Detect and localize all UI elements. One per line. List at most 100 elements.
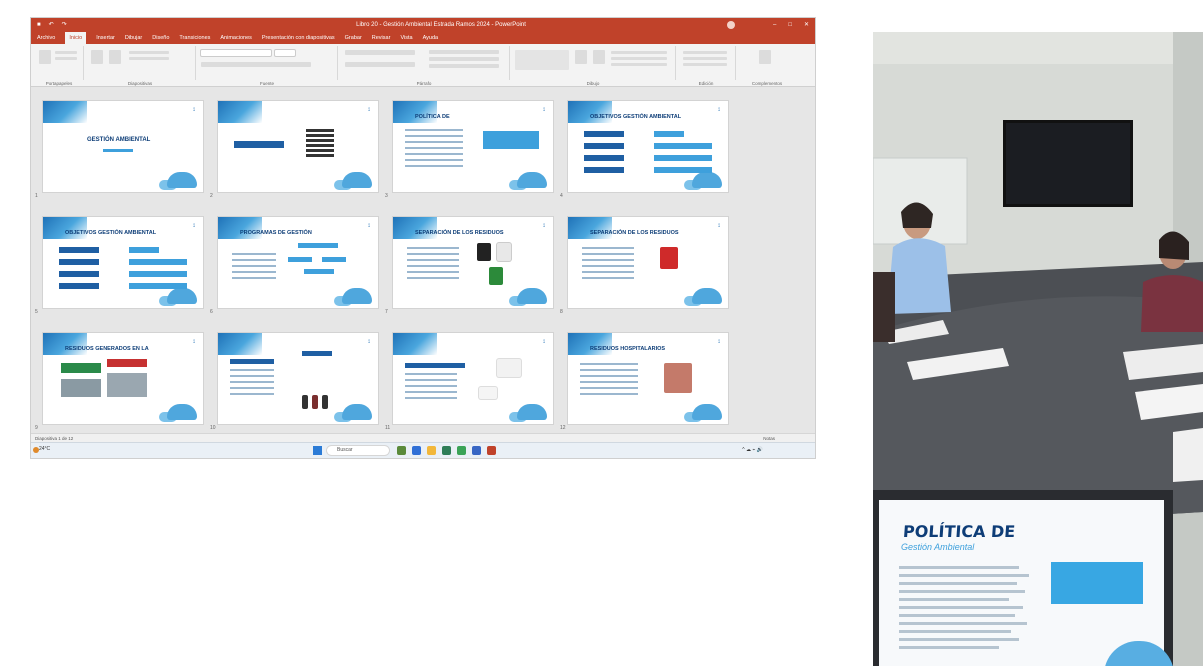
slide-title: SEPARACIÓN DE LOS RESIDUOS	[415, 230, 504, 236]
minimize-icon[interactable]: –	[773, 18, 776, 32]
redo-icon[interactable]: ↷	[62, 18, 67, 32]
replace-button[interactable]	[683, 57, 727, 60]
slide-bar	[483, 131, 539, 149]
find-button[interactable]	[683, 51, 727, 54]
folder-icon[interactable]	[427, 446, 436, 455]
list-buttons[interactable]	[345, 50, 415, 55]
tab-ayuda[interactable]: Ayuda	[423, 32, 439, 44]
paste-button[interactable]	[39, 50, 51, 64]
shape-effects-button[interactable]	[611, 63, 667, 66]
system-tray[interactable]: ^ ☁ ⌁ 🔊	[742, 447, 763, 453]
save-icon[interactable]: ■	[37, 18, 41, 32]
tab-archivo[interactable]: Archivo	[37, 32, 55, 44]
slide-text	[232, 253, 276, 255]
tab-animaciones[interactable]: Animaciones	[220, 32, 252, 44]
slide-text	[232, 259, 276, 261]
tab-transiciones[interactable]: Transiciones	[179, 32, 210, 44]
weather-text[interactable]: 24°C	[39, 446, 50, 452]
slide-cloud-decoration	[517, 172, 547, 188]
slide-number: 2	[210, 193, 213, 199]
chrome-icon[interactable]	[457, 446, 466, 455]
edge-icon[interactable]	[412, 446, 421, 455]
tab-dibujar[interactable]: Dibujar	[125, 32, 142, 44]
align-text-button[interactable]	[429, 57, 499, 61]
slide-text	[580, 363, 638, 365]
slide-bar	[304, 269, 334, 274]
slide-text	[405, 153, 463, 155]
slide-thumbnail[interactable]: ⟟ POLÍTICA DE	[393, 101, 553, 192]
slide-title: SEPARACIÓN DE LOS RESIDUOS	[590, 230, 679, 236]
tab-insertar[interactable]: Insertar	[96, 32, 115, 44]
undo-icon[interactable]: ↶	[49, 18, 54, 32]
slide-number: 11	[385, 425, 391, 431]
slide-thumbnail[interactable]: ⟟	[393, 333, 553, 424]
slide-corner-decoration	[218, 333, 262, 355]
device-image	[497, 359, 521, 377]
slide-text	[407, 277, 459, 279]
tab-inicio[interactable]: Inicio	[65, 32, 87, 44]
slide-thumbnail[interactable]: ⟟ RESIDUOS HOSPITALARIOS	[568, 333, 728, 424]
slide-cloud-decoration	[342, 404, 372, 420]
window-controls: – □ ✕	[773, 18, 809, 32]
slide-thumbnail[interactable]: ⟟ RESIDUOS GENERADOS EN LA	[43, 333, 203, 424]
new-slide-button[interactable]	[91, 50, 103, 64]
app-icon[interactable]	[442, 446, 451, 455]
green-bin-icon	[489, 267, 503, 285]
reuse-slides-button[interactable]	[109, 50, 121, 64]
copy-button[interactable]	[55, 57, 77, 60]
quick-styles-button[interactable]	[593, 50, 605, 64]
close-icon[interactable]: ✕	[804, 18, 809, 32]
font-format-buttons[interactable]	[201, 62, 311, 67]
black-bin-icon	[477, 243, 491, 261]
slide-text	[230, 381, 274, 383]
arrange-button[interactable]	[575, 50, 587, 64]
align-buttons[interactable]	[345, 62, 415, 67]
slide-text	[405, 391, 457, 393]
slide-thumbnail[interactable]: ⟟ GESTIÓN AMBIENTAL	[43, 101, 203, 192]
select-button[interactable]	[683, 63, 727, 66]
taskbar-search[interactable]: Buscar	[327, 446, 389, 455]
app-icon[interactable]	[397, 446, 406, 455]
slide-bar	[129, 247, 159, 253]
slide-text-line	[899, 590, 1025, 593]
slide-bar	[584, 167, 624, 173]
cut-button[interactable]	[55, 51, 77, 54]
slide-thumbnail[interactable]: ⟟ SEPARACIÓN DE LOS RESIDUOS	[568, 217, 728, 308]
font-name-select[interactable]	[201, 50, 271, 56]
reset-button[interactable]	[129, 57, 169, 60]
slide-thumbnail[interactable]: ⟟ SEPARACIÓN DE LOS RESIDUOS	[393, 217, 553, 308]
shapes-gallery[interactable]	[515, 50, 569, 70]
slide-thumbnail[interactable]: ⟟	[218, 333, 378, 424]
text-direction-button[interactable]	[429, 50, 499, 54]
powerpoint-screenshot: ■ ↶ ↷ Libro 20 - Gestión Ambiental Estra…	[31, 18, 815, 458]
powerpoint-icon[interactable]	[487, 446, 496, 455]
slide-text	[582, 277, 634, 279]
slide-thumbnail[interactable]: ⟟ PROGRAMAS DE GESTIÓN	[218, 217, 378, 308]
group-editing: Edición	[677, 46, 736, 86]
slide-text	[407, 247, 459, 249]
slide-bar	[298, 243, 338, 248]
tab-grabar[interactable]: Grabar	[345, 32, 362, 44]
font-size-select[interactable]	[275, 50, 295, 56]
slide-text-line	[899, 646, 999, 649]
slide-thumbnail[interactable]: ⟟ OBJETIVOS GESTIÓN AMBIENTAL	[43, 217, 203, 308]
layout-button[interactable]	[129, 51, 169, 54]
smartart-button[interactable]	[429, 64, 499, 68]
slide-text	[407, 259, 459, 261]
outlook-icon[interactable]	[472, 446, 481, 455]
slide-text	[580, 369, 638, 371]
shape-outline-button[interactable]	[611, 57, 667, 60]
start-icon[interactable]	[313, 446, 322, 455]
group-caption: Edición	[698, 81, 714, 86]
addins-button[interactable]	[759, 50, 771, 64]
slide-corner-decoration	[218, 101, 262, 123]
slide-thumbnail[interactable]: ⟟	[218, 101, 378, 192]
tab-vista[interactable]: Vista	[400, 32, 412, 44]
tab-revisar[interactable]: Revisar	[372, 32, 391, 44]
maximize-icon[interactable]: □	[788, 18, 792, 32]
shape-fill-button[interactable]	[611, 51, 667, 54]
tab-diseño[interactable]: Diseño	[152, 32, 169, 44]
slide-thumbnail[interactable]: ⟟ OBJETIVOS GESTIÓN AMBIENTAL	[568, 101, 728, 192]
tab-presentación-con-diapositivas[interactable]: Presentación con diapositivas	[262, 32, 335, 44]
avatar[interactable]	[727, 21, 735, 29]
